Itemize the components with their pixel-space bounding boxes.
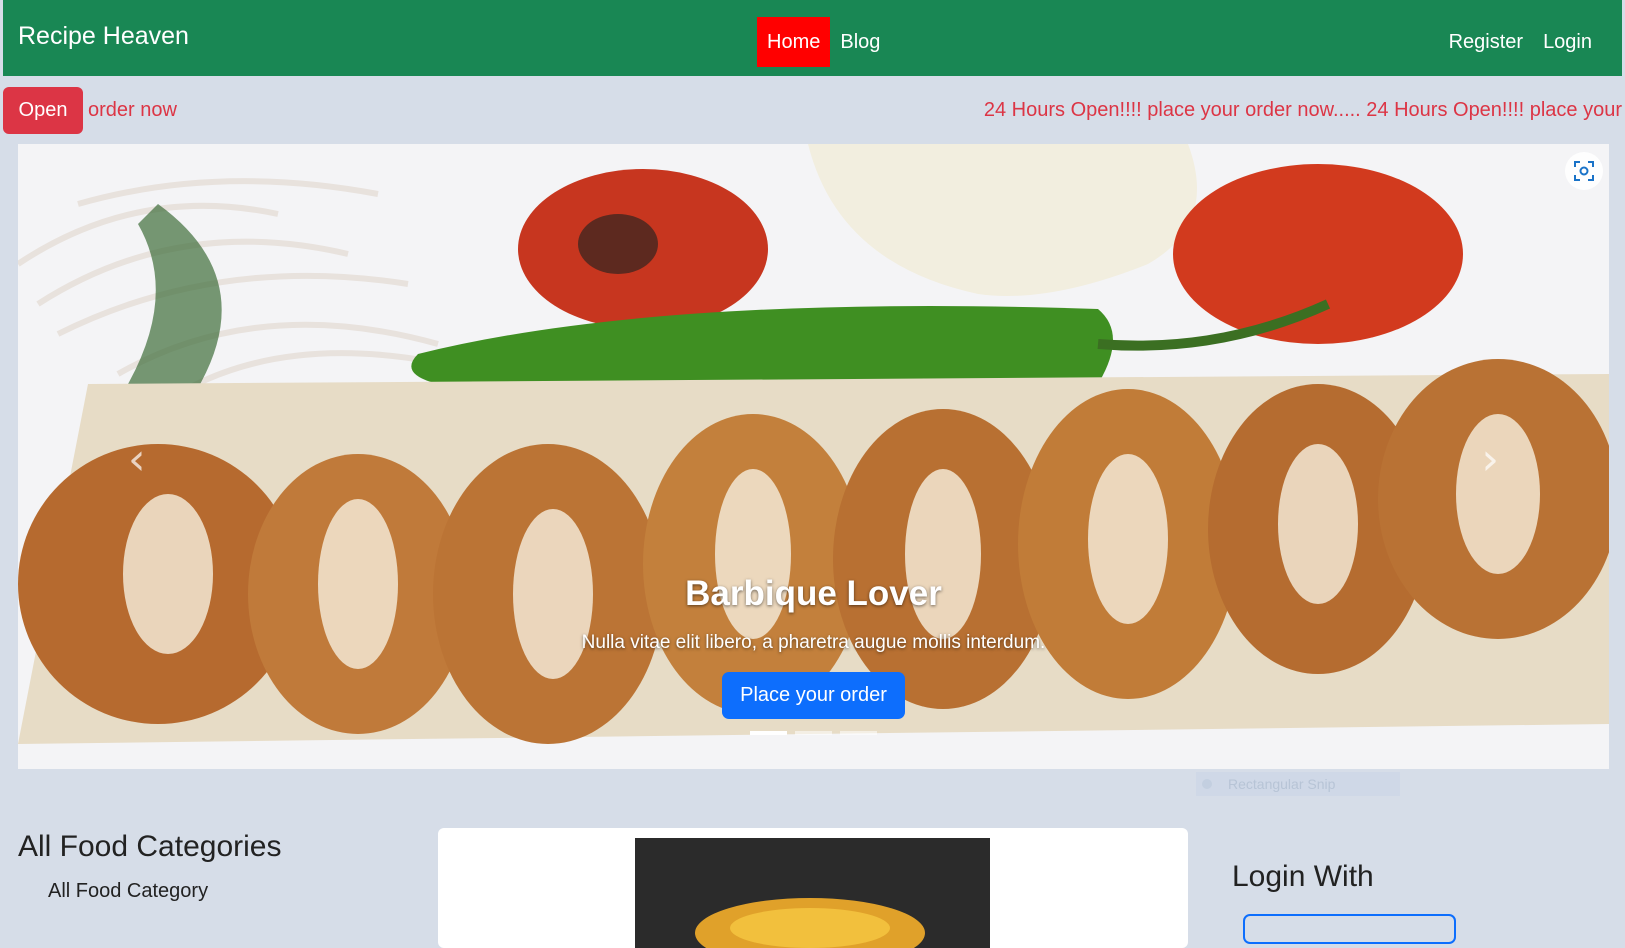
nav-login[interactable]: Login (1533, 17, 1602, 67)
food-card (438, 828, 1188, 948)
navbar: Recipe Heaven Home Blog Register Login (3, 0, 1622, 76)
categories-title: All Food Categories (18, 830, 282, 863)
carousel-indicator[interactable] (795, 731, 832, 735)
carousel-indicators (18, 731, 1609, 735)
category-item[interactable]: All Food Category (48, 880, 208, 903)
main-nav: Home Blog (757, 17, 890, 67)
login-provider-button[interactable] (1243, 914, 1456, 944)
ticker-marquee: 24 Hours Open!!!! place your order now..… (983, 99, 1622, 121)
carousel-caption: Barbique Lover Nulla vitae elit libero, … (18, 574, 1609, 719)
brand-logo[interactable]: Recipe Heaven (18, 22, 189, 51)
ticker-row: Open order now 24 Hours Open!!!! place y… (3, 87, 1622, 135)
open-badge-button[interactable]: Open (3, 87, 83, 134)
hero-carousel: ‹ › Barbique Lover Nulla vitae elit libe… (18, 144, 1609, 769)
screenshot-icon[interactable] (1565, 152, 1603, 190)
chevron-left-icon[interactable]: ‹ (128, 434, 146, 485)
record-icon (1202, 779, 1212, 789)
food-card-image (635, 838, 990, 948)
auth-nav: Register Login (1439, 17, 1602, 67)
nav-home[interactable]: Home (757, 17, 831, 67)
login-with-title: Login With (1232, 860, 1374, 893)
carousel-title: Barbique Lover (685, 574, 942, 613)
carousel-text: Nulla vitae elit libero, a pharetra augu… (581, 632, 1046, 653)
carousel-indicator[interactable] (750, 731, 787, 735)
ticker-order-now: order now (88, 99, 177, 121)
place-order-button[interactable]: Place your order (722, 672, 905, 719)
nav-blog[interactable]: Blog (830, 17, 890, 67)
carousel-indicator[interactable] (840, 731, 877, 735)
snip-tooltip-label: Rectangular Snip (1228, 776, 1336, 792)
snip-tooltip: Rectangular Snip (1196, 772, 1400, 796)
nav-register[interactable]: Register (1439, 17, 1533, 67)
chevron-right-icon[interactable]: › (1481, 434, 1499, 485)
